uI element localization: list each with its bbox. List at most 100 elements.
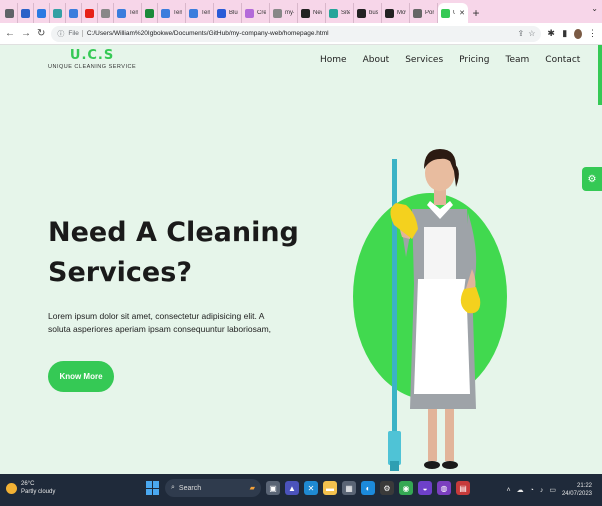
site-favicon-icon [441,8,450,18]
weather-widget[interactable]: 26°C Partly cloudy [6,480,55,496]
browser-tab-active[interactable]: U. ✕ [438,3,468,23]
scrollbar[interactable] [598,45,602,105]
browser-tab[interactable]: Movi [382,3,410,23]
browser-tab[interactable] [2,3,18,23]
wifi-icon[interactable]: ◔ [530,487,534,494]
chrome-icon [5,8,14,18]
browser-tab[interactable]: Blue [214,3,242,23]
taskbar-apps: ⌕ Search ▰ ▣ ▲ ✕ ▬ ▦ ◐ ⚙ ◉ ◒ ◍ ▤ [146,479,470,497]
nav-about[interactable]: About [363,55,390,65]
tab-label: busin [369,10,378,16]
chevron-down-icon[interactable]: ⌄ [591,4,598,13]
tab-label: my-c [285,10,294,16]
address-url[interactable]: C:/Users/William%20Igbokwe/Documents/Git… [87,30,514,37]
movie-icon [385,8,394,18]
profile-avatar[interactable] [574,28,582,39]
tab-label: Credit [257,10,266,16]
browser-tab[interactable]: New [298,3,326,23]
browser-tab[interactable]: Temp [158,3,186,23]
browser-tab[interactable] [82,3,98,23]
template-icon [189,8,198,18]
browser-tab[interactable]: Portf [410,3,438,23]
cleaner-illustration [388,149,481,471]
browser-tab[interactable]: Temp [186,3,214,23]
youtube-icon [85,8,94,18]
settings-taskbar-icon[interactable]: ⚙ [380,481,394,495]
tab-label: U. [453,10,455,16]
main-nav: Home About Services Pricing Team Contact [320,55,596,65]
teams-icon[interactable]: ▲ [285,481,299,495]
calendar-app-icon[interactable]: ▤ [456,481,470,495]
back-icon[interactable]: ← [5,28,15,39]
new-tab-button[interactable]: + [468,3,484,23]
nav-team[interactable]: Team [505,55,529,65]
weather-desc: Partly cloudy [21,489,56,495]
clock-date: 24/07/2023 [561,491,592,497]
file-explorer-icon[interactable]: ▬ [323,481,337,495]
browser-tab[interactable]: Credit [242,3,270,23]
refresh-icon [69,8,78,18]
browser-tab[interactable] [66,3,82,23]
link-icon [101,8,110,18]
tab-label: Site c [341,10,350,16]
info-icon[interactable]: ⓘ [57,29,64,39]
browser-tab[interactable] [34,3,50,23]
hero-lead-text: Lorem ipsum dolor sit amet, consectetur … [48,311,272,334]
template-icon [117,8,126,18]
nav-contact[interactable]: Contact [545,55,580,65]
headline-line-2: Services? [48,257,192,288]
nav-services[interactable]: Services [405,55,443,65]
nav-pricing[interactable]: Pricing [459,55,489,65]
vscode-icon[interactable]: ✕ [304,481,318,495]
headline-line-1: Need A Cleaning [48,217,299,248]
share-icon[interactable]: ⇪ [518,29,525,38]
taskbar-search[interactable]: ⌕ Search ▰ [165,479,261,497]
tab-label: Portf [425,10,434,16]
template-icon [161,8,170,18]
battery-icon[interactable]: ▭ [549,486,556,494]
address-bar[interactable]: ⓘ File C:/Users/William%20Igbokwe/Docume… [51,25,542,42]
forward-icon[interactable]: → [21,28,31,39]
q-icon [145,8,154,18]
nav-home[interactable]: Home [320,55,347,65]
browser-tab-strip: Temp Temp Temp Blue Credit my-c New Site c busin… [0,0,602,23]
bookmark-star-icon[interactable]: ☆ [528,29,535,38]
window-controls: ⌄ [591,4,598,13]
browser-tab[interactable] [50,3,66,23]
sidebar-icon[interactable]: ▮ [561,28,569,39]
windows-start-icon[interactable] [146,481,160,495]
tab-label: Blue [229,10,238,16]
browser-tab[interactable] [142,3,158,23]
volume-icon[interactable]: ♪ [540,487,544,494]
edge-taskbar-icon[interactable]: ◐ [361,481,375,495]
browser-tab[interactable]: busin [354,3,382,23]
browser-tab[interactable] [18,3,34,23]
tab-label: New [313,10,322,16]
edge-icon [21,8,30,18]
docs-icon [53,8,62,18]
browser-tab[interactable]: my-c [270,3,298,23]
chevron-up-icon[interactable]: ˄ [507,487,511,494]
reload-icon[interactable]: ↻ [37,28,45,39]
close-icon[interactable]: ✕ [459,9,465,17]
chrome-taskbar-icon[interactable]: ◉ [399,481,413,495]
new-icon [301,8,310,18]
obs-icon[interactable]: ◍ [437,481,451,495]
extensions-icon[interactable]: ✱ [547,28,555,39]
web-page: U.C.S UNIQUE CLEANING SERVICE Home About… [0,45,602,474]
browser-tab[interactable]: Site c [326,3,354,23]
settings-gear-icon[interactable]: ⚙ [582,167,602,191]
store-icon[interactable]: ▦ [342,481,356,495]
know-more-button[interactable]: Know More [48,361,114,392]
browser-tab[interactable] [98,3,114,23]
menu-kebab-icon[interactable]: ⋮ [588,28,597,39]
logo-title: U.C.S [69,48,115,63]
github-desktop-icon[interactable]: ◒ [418,481,432,495]
weather-temp: 26°C [21,481,35,487]
site-logo[interactable]: U.C.S UNIQUE CLEANING SERVICE [48,48,136,70]
browser-tab[interactable]: Temp [114,3,142,23]
clock[interactable]: 21:22 24/07/2023 [562,482,592,498]
onedrive-icon[interactable]: ☁ [517,486,524,494]
task-view-icon[interactable]: ▣ [266,481,280,495]
tab-label: Temp [129,10,138,16]
